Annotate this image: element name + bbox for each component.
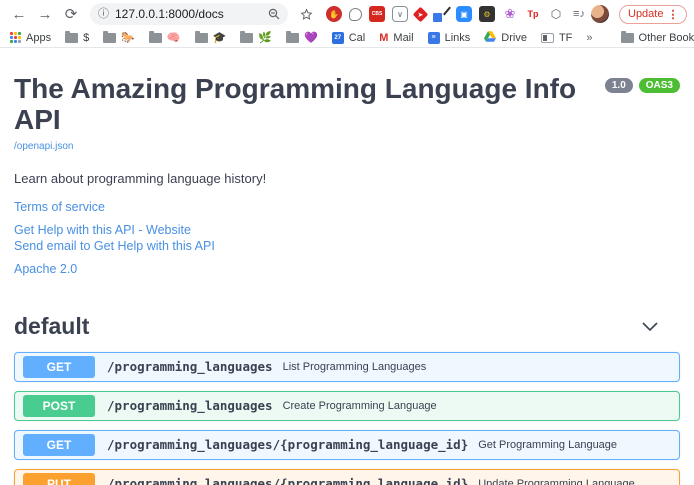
endpoint-path: /programming_languages — [107, 359, 273, 374]
bookmark-folder-heart[interactable]: 💜 — [286, 31, 318, 44]
adblock-extension-icon[interactable]: ✋ — [326, 6, 342, 22]
kebab-menu-icon[interactable]: ⋮ — [667, 8, 678, 21]
terms-link[interactable]: Terms of service — [14, 199, 680, 215]
bookmark-folder-grad[interactable]: 🎓 — [195, 31, 227, 44]
endpoint-get-one[interactable]: GET /programming_languages/{programming_… — [14, 430, 680, 460]
update-label: Update — [628, 8, 663, 20]
trustpilot-extension-icon[interactable]: Tp — [525, 6, 541, 22]
method-badge: POST — [23, 395, 95, 417]
drive-icon — [484, 31, 496, 45]
folder-icon — [621, 33, 634, 43]
folder-icon — [65, 33, 78, 43]
bookmarks-bar: Apps $ 🐎 🧠 🎓 🌿 💜 27 Cal M Mail ≡ Links Driv… — [0, 28, 694, 48]
method-badge: GET — [23, 356, 95, 378]
endpoint-summary: List Programming Languages — [283, 361, 427, 373]
bookmark-label: Mail — [393, 32, 413, 44]
extensions-puzzle-icon[interactable]: ⬡ — [548, 6, 564, 22]
url-text[interactable]: 127.0.0.1:8000/docs — [115, 7, 262, 21]
flower-extension-icon[interactable]: ❀ — [502, 6, 518, 22]
forward-icon[interactable]: → — [34, 3, 56, 25]
bookmark-tf[interactable]: TF — [541, 32, 572, 44]
section-title: default — [14, 313, 89, 340]
bookmark-calendar[interactable]: 27 Cal — [332, 32, 366, 44]
endpoint-put-update[interactable]: PUT /programming_languages/{programming_… — [14, 469, 680, 485]
bookmark-label: $ — [83, 32, 89, 44]
chat-extension-icon[interactable] — [349, 8, 362, 21]
bookmark-label: 🎓 — [213, 31, 227, 44]
endpoint-summary: Update Programming Language — [478, 478, 635, 485]
endpoint-path: /programming_languages/{programming_lang… — [107, 437, 468, 452]
media-controls-icon[interactable]: ≡♪ — [571, 6, 587, 22]
bookmark-label: Cal — [349, 32, 366, 44]
site-info-icon[interactable]: ⓘ — [98, 9, 109, 20]
browser-toolbar: ← → ⟳ ⓘ 127.0.0.1:8000/docs ✋ CBS ∨ ➤ ▣ … — [0, 0, 694, 28]
bookmark-label: Links — [445, 32, 471, 44]
zoom-meeting-extension-icon[interactable]: ▣ — [456, 6, 472, 22]
chevron-down-icon[interactable] — [642, 322, 658, 331]
bookmark-folder-leaf[interactable]: 🌿 — [240, 31, 272, 44]
bookmark-star-icon[interactable] — [296, 4, 316, 24]
endpoint-get-list[interactable]: GET /programming_languages List Programm… — [14, 352, 680, 382]
endpoint-path: /programming_languages/{programming_lang… — [107, 476, 468, 485]
api-title-text: The Amazing Programming Language Info AP… — [14, 74, 599, 136]
page-title: The Amazing Programming Language Info AP… — [14, 74, 680, 136]
bookmark-mail[interactable]: M Mail — [379, 32, 413, 44]
bookmark-apps[interactable]: Apps — [10, 32, 51, 44]
other-bookmarks[interactable]: Other Bookmarks — [621, 32, 694, 44]
bookmark-folder-dollar[interactable]: $ — [65, 32, 89, 44]
profile-avatar[interactable] — [591, 5, 609, 23]
update-button[interactable]: Update ⋮ — [619, 5, 687, 24]
folder-icon — [286, 33, 299, 43]
swagger-page: The Amazing Programming Language Info AP… — [0, 48, 694, 485]
bookmark-folder-horse[interactable]: 🐎 — [103, 31, 135, 44]
oas3-badge: OAS3 — [639, 78, 680, 93]
method-badge: PUT — [23, 473, 95, 485]
endpoint-path: /programming_languages — [107, 398, 273, 413]
bookmark-label: 🧠 — [167, 31, 181, 44]
endpoint-list: GET /programming_languages List Programm… — [14, 352, 680, 485]
bookmark-label: TF — [559, 32, 572, 44]
bookmark-folder-brain[interactable]: 🧠 — [149, 31, 181, 44]
folder-icon — [103, 33, 116, 43]
bookmark-label: Drive — [501, 32, 527, 44]
bookmark-links[interactable]: ≡ Links — [428, 32, 471, 44]
version-badge: 1.0 — [605, 78, 633, 93]
bookmark-label: 🐎 — [121, 31, 135, 44]
section-default-header[interactable]: default — [14, 313, 680, 340]
links-icon: ≡ — [428, 32, 440, 44]
bookmark-drive[interactable]: Drive — [484, 31, 527, 45]
bookmarks-overflow-icon[interactable]: » — [586, 32, 592, 44]
api-description: Learn about programming language history… — [14, 171, 680, 186]
zoom-out-icon[interactable] — [268, 8, 280, 20]
help-email-link[interactable]: Send email to Get Help with this API — [14, 238, 680, 254]
folder-icon — [149, 33, 162, 43]
diamond-arrow-extension-icon[interactable]: ➤ — [413, 6, 429, 22]
endpoint-summary: Create Programming Language — [283, 400, 437, 412]
bookmark-label: 🌿 — [258, 31, 272, 44]
other-bookmarks-label: Other Bookmarks — [639, 32, 694, 44]
address-bar[interactable]: ⓘ 127.0.0.1:8000/docs — [90, 3, 288, 25]
calendar-icon: 27 — [332, 32, 344, 44]
bookmark-label: Apps — [26, 32, 51, 44]
apps-grid-icon — [10, 32, 21, 43]
folder-icon — [240, 33, 253, 43]
openapi-spec-link[interactable]: /openapi.json — [14, 141, 74, 152]
extension-strip: ✋ CBS ∨ ➤ ▣ ⚙ ❀ Tp ⬡ ≡♪ — [326, 6, 587, 22]
gear-extension-icon[interactable]: ⚙ — [479, 6, 495, 22]
color-picker-extension-icon[interactable] — [433, 6, 449, 22]
license-link[interactable]: Apache 2.0 — [14, 261, 680, 277]
pocket-extension-icon[interactable]: ∨ — [392, 6, 408, 22]
endpoint-summary: Get Programming Language — [478, 439, 617, 451]
endpoint-post-create[interactable]: POST /programming_languages Create Progr… — [14, 391, 680, 421]
back-icon[interactable]: ← — [8, 3, 30, 25]
cbs-extension-icon[interactable]: CBS — [369, 6, 385, 22]
help-website-link[interactable]: Get Help with this API - Website — [14, 222, 680, 238]
method-badge: GET — [23, 434, 95, 456]
bookmark-label: 💜 — [304, 31, 318, 44]
gmail-icon: M — [379, 32, 388, 44]
tf-icon — [541, 33, 554, 43]
reload-icon[interactable]: ⟳ — [60, 3, 82, 25]
folder-icon — [195, 33, 208, 43]
